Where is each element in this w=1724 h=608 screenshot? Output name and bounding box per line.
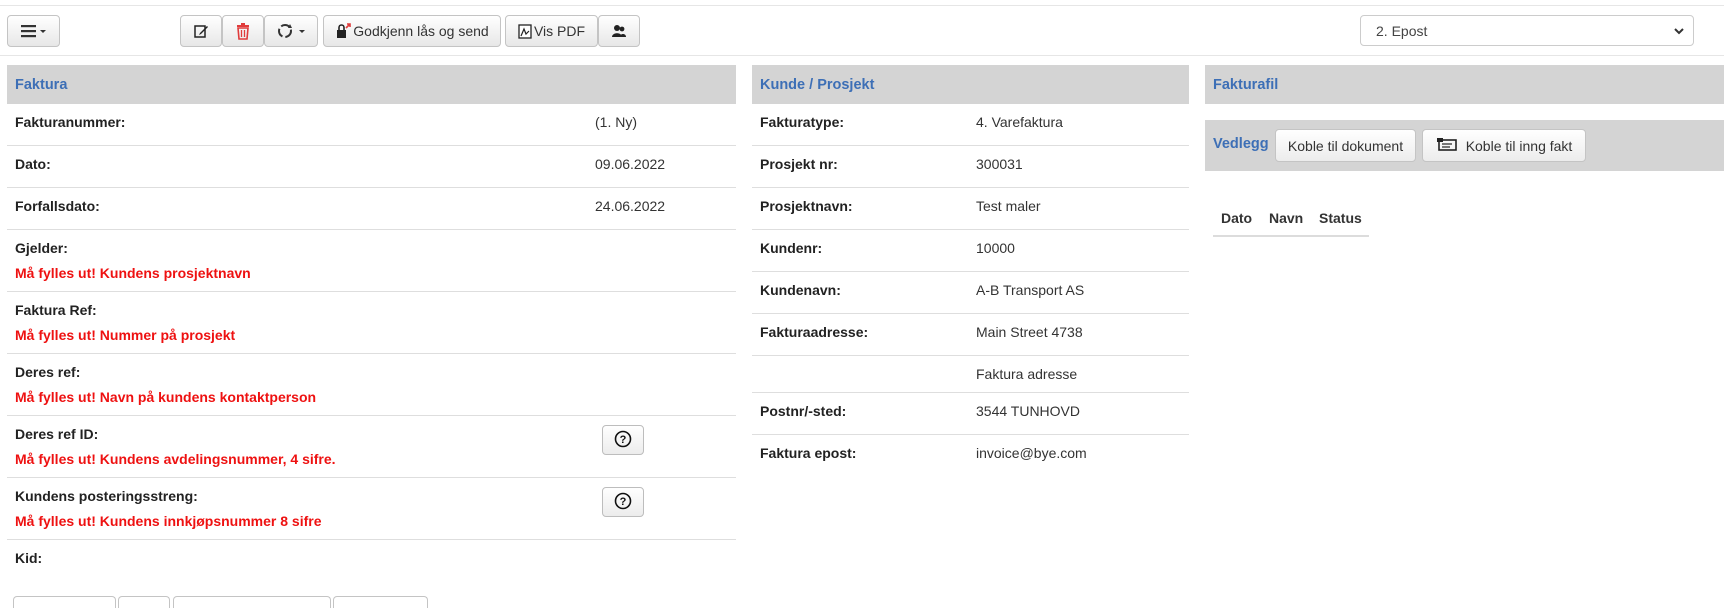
attachments-title: Vedlegg: [1213, 136, 1269, 152]
validation-error: Må fylles ut! Nummer på prosjekt: [15, 327, 236, 343]
faktura-label: Dato:: [15, 156, 51, 172]
faktura-row-forfallsdato: Forfallsdato: 24.06.2022: [7, 188, 736, 230]
kunde-value: 300031: [976, 156, 1023, 172]
attachments-bar: Vedlegg Koble til dokument Koble til inn…: [1205, 120, 1724, 171]
lock-send-icon: [335, 23, 352, 39]
svg-text:?: ?: [620, 434, 627, 446]
faktura-value: 09.06.2022: [595, 156, 666, 172]
faktura-label: Forfallsdato:: [15, 198, 100, 214]
faktura-row-kid: Kid:: [7, 540, 736, 580]
column-header-dato: Dato: [1221, 210, 1253, 226]
faktura-label: Deres ref:: [15, 364, 81, 380]
edit-icon: [193, 23, 209, 39]
bottom-tab[interactable]: [13, 596, 116, 608]
faktura-row-dato: Dato: 09.06.2022: [7, 146, 736, 188]
toolbar: Godkjenn lås og send Vis PDF 2. Epost: [0, 6, 1724, 56]
faktura-label: Gjelder:: [15, 240, 68, 256]
validation-error: Må fylles ut! Kundens innkjøpsnummer 8 s…: [15, 513, 322, 529]
faktura-row-posteringsstreng[interactable]: Kundens posteringsstreng: Må fylles ut! …: [7, 478, 736, 540]
kunde-value: 10000: [976, 240, 1015, 256]
faktura-row-faktura-ref[interactable]: Faktura Ref: Må fylles ut! Nummer på pro…: [7, 292, 736, 354]
table-header-divider: [1213, 235, 1369, 237]
faktura-label: Kid:: [15, 550, 43, 566]
kunde-value: Faktura adresse: [976, 366, 1078, 382]
validation-error: Må fylles ut! Kundens avdelingsnummer, 4…: [15, 451, 336, 467]
faktura-row-fakturanummer: Fakturanummer: (1. Ny): [7, 104, 736, 146]
kunde-value: invoice@bye.com: [976, 445, 1087, 461]
faktura-row-gjelder[interactable]: Gjelder: Må fylles ut! Kundens prosjektn…: [7, 230, 736, 292]
help-button[interactable]: ?: [602, 425, 644, 455]
chevron-down-icon: [1673, 24, 1685, 40]
help-icon: ?: [614, 430, 632, 451]
kunde-panel-header: Kunde / Prosjekt: [752, 65, 1189, 104]
kunde-row-postnr-sted: Postnr/-sted: 3544 TUNHOVD: [752, 393, 1189, 435]
bottom-tab[interactable]: [173, 596, 331, 608]
kunde-label: Fakturaadresse:: [760, 324, 869, 340]
kunde-row-faktura-epost: Faktura epost: invoice@bye.com: [752, 435, 1189, 477]
kunde-row-prosjekt-nr: Prosjekt nr: 300031: [752, 146, 1189, 188]
kunde-value: Test maler: [976, 198, 1041, 214]
kunde-value: 3544 TUNHOVD: [976, 403, 1081, 419]
kunde-panel-title: Kunde / Prosjekt: [760, 76, 875, 93]
faktura-row-deres-ref[interactable]: Deres ref: Må fylles ut! Navn på kundens…: [7, 354, 736, 416]
kunde-value: Main Street 4738: [976, 324, 1083, 340]
faktura-label: Faktura Ref:: [15, 302, 97, 318]
trash-icon: [235, 22, 251, 40]
kunde-label: Prosjekt nr:: [760, 156, 838, 172]
approve-lock-send-label: Godkjenn lås og send: [353, 23, 489, 39]
kunde-row-prosjektnavn: Prosjektnavn: Test maler: [752, 188, 1189, 230]
kunde-row-fakturatype: Fakturatype: 4. Varefaktura: [752, 104, 1189, 146]
fakturafil-panel-title: Fakturafil: [1213, 76, 1279, 93]
column-header-status: Status: [1319, 210, 1362, 226]
link-document-button[interactable]: Koble til dokument: [1275, 129, 1416, 162]
help-icon: ?: [614, 492, 632, 513]
view-pdf-label: Vis PDF: [533, 23, 586, 39]
link-document-label: Koble til dokument: [1287, 137, 1404, 154]
kunde-label: Fakturatype:: [760, 114, 845, 130]
menu-icon: [19, 24, 49, 38]
bottom-tab[interactable]: [333, 596, 428, 608]
edit-button[interactable]: [180, 15, 222, 47]
pdf-icon: [518, 23, 532, 39]
send-method-select[interactable]: 2. Epost: [1360, 15, 1694, 46]
faktura-row-deres-ref-id[interactable]: Deres ref ID: Må fylles ut! Kundens avde…: [7, 416, 736, 478]
help-button[interactable]: ?: [602, 487, 644, 517]
kunde-row-fakturaadresse-2: Faktura adresse: [752, 356, 1189, 393]
kunde-label: Kundenr:: [760, 240, 823, 256]
faktura-label: Fakturanummer:: [15, 114, 126, 130]
link-incoming-invoice-button[interactable]: Koble til inng fakt: [1422, 129, 1586, 162]
send-method-value: 2. Epost: [1376, 22, 1428, 39]
kunde-label: Postnr/-sted:: [760, 403, 847, 419]
bottom-tab[interactable]: [118, 596, 170, 608]
column-header-navn: Navn: [1269, 210, 1304, 226]
kunde-row-kundenr: Kundenr: 10000: [752, 230, 1189, 272]
menu-dropdown-button[interactable]: [7, 15, 60, 47]
view-pdf-button[interactable]: Vis PDF: [505, 15, 598, 47]
kunde-value: A-B Transport AS: [976, 282, 1085, 298]
kunde-row-fakturaadresse: Fakturaadresse: Main Street 4738: [752, 314, 1189, 356]
validation-error: Må fylles ut! Navn på kundens kontaktper…: [15, 389, 317, 405]
faktura-panel-title: Faktura: [15, 76, 68, 93]
kunde-value: 4. Varefaktura: [976, 114, 1063, 130]
validation-error: Må fylles ut! Kundens prosjektnavn: [15, 265, 251, 281]
kunde-label: Kundenavn:: [760, 282, 841, 298]
refresh-icon: [275, 22, 307, 40]
faktura-value: (1. Ny): [595, 114, 637, 130]
svg-text:?: ?: [620, 496, 627, 508]
kunde-label: Prosjektnavn:: [760, 198, 853, 214]
delete-button[interactable]: [222, 15, 264, 47]
users-icon: [611, 23, 627, 39]
approve-lock-send-button[interactable]: Godkjenn lås og send: [323, 15, 501, 47]
kunde-label: Faktura epost:: [760, 445, 857, 461]
invoice-link-icon: [1436, 137, 1458, 154]
faktura-label: Deres ref ID:: [15, 426, 99, 442]
faktura-panel-header: Faktura: [7, 65, 736, 104]
faktura-label: Kundens posteringsstreng:: [15, 488, 198, 504]
kunde-row-kundenavn: Kundenavn: A-B Transport AS: [752, 272, 1189, 314]
faktura-value: 24.06.2022: [595, 198, 666, 214]
link-incoming-invoice-label: Koble til inng fakt: [1465, 137, 1573, 154]
refresh-dropdown-button[interactable]: [264, 15, 318, 47]
fakturafil-panel-header: Fakturafil: [1205, 65, 1724, 104]
users-button[interactable]: [598, 15, 640, 47]
